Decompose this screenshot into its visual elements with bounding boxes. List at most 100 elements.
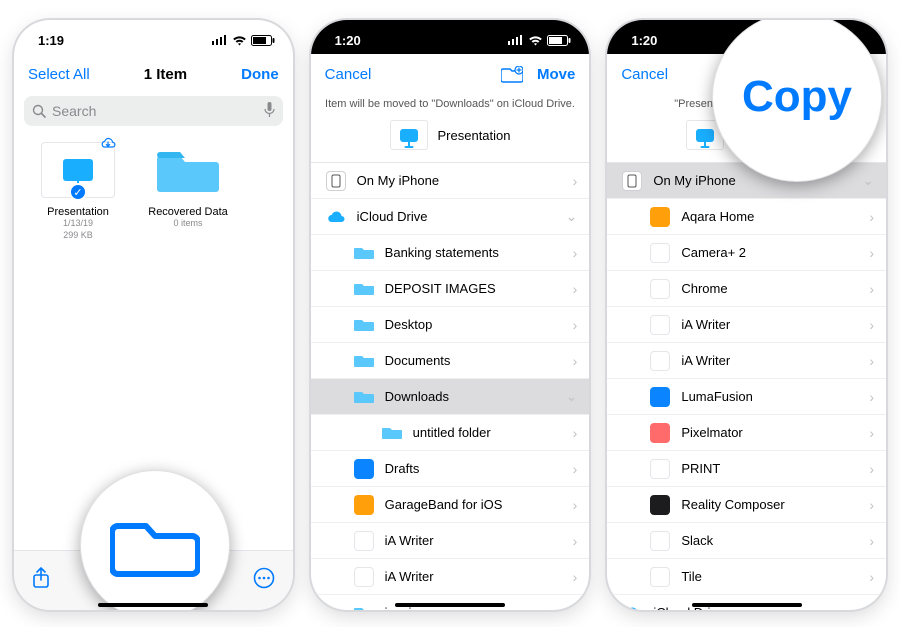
new-folder-button[interactable] — [501, 66, 523, 83]
cellular-icon — [212, 35, 228, 45]
row-icloud-drive[interactable]: iCloud Drive⌄ — [311, 199, 590, 235]
chevron-right-icon: › — [573, 461, 578, 477]
move-destination-label: Item will be moved to "Downloads" on iCl… — [311, 94, 590, 112]
chevron-right-icon: › — [869, 209, 874, 225]
move-confirm-button[interactable]: Move — [537, 66, 575, 83]
row-reality[interactable]: Reality Composer › — [607, 487, 886, 523]
row-label: Reality Composer — [681, 497, 784, 512]
row-camera[interactable]: Camera+ 2 › — [607, 235, 886, 271]
battery-icon — [251, 35, 275, 46]
app-icon-chrome — [650, 279, 670, 299]
selected-checkmark-icon: ✓ — [69, 183, 87, 201]
row-label: On My iPhone — [653, 173, 735, 188]
file-name: Presentation — [34, 206, 122, 218]
nav-title: 1 Item — [144, 66, 187, 83]
row-ia1[interactable]: iA Writer› — [311, 523, 590, 559]
chevron-right-icon: › — [869, 353, 874, 369]
status-bar: 1:19 — [14, 20, 293, 54]
wifi-icon — [528, 35, 543, 46]
phone-move-picker: 1:20 Cancel Move Item will be moved to "… — [311, 20, 590, 610]
status-time: 1:19 — [38, 33, 64, 48]
row-label: Camera+ 2 — [681, 245, 746, 260]
select-all-button[interactable]: Select All — [28, 66, 90, 83]
chevron-right-icon: › — [573, 353, 578, 369]
chevron-right-icon: › — [573, 497, 578, 513]
chip-name: Presentation — [438, 128, 511, 143]
file-thumbnail: ✓ — [41, 142, 115, 198]
folder-tile-recovered[interactable]: Recovered Data 0 items — [144, 142, 232, 241]
dictate-icon[interactable] — [264, 102, 275, 121]
chevron-right-icon: › — [869, 317, 874, 333]
battery-icon — [547, 35, 571, 46]
folder-item-count: 0 items — [144, 218, 232, 230]
row-desktop[interactable]: Desktop› — [311, 307, 590, 343]
cloud-icon — [621, 606, 643, 611]
row-print[interactable]: PRINT › — [607, 451, 886, 487]
row-label: On My iPhone — [357, 173, 439, 188]
chevron-right-icon: › — [869, 245, 874, 261]
home-indicator — [692, 603, 802, 607]
app-icon-tile — [650, 567, 670, 587]
row-documents[interactable]: Documents› — [311, 343, 590, 379]
chevron-right-icon: › — [573, 173, 578, 189]
magnifier-move-icon — [80, 470, 230, 610]
location-list[interactable]: On My iPhone › iCloud Drive⌄ Banking stat… — [311, 162, 590, 610]
wifi-icon — [232, 35, 247, 46]
status-bar: 1:20 — [311, 20, 590, 54]
chevron-right-icon: › — [869, 461, 874, 477]
files-grid: ✓ Presentation 1/13/19 299 KB Recovered … — [14, 136, 293, 247]
row-aqara[interactable]: Aqara Home › — [607, 199, 886, 235]
row-chrome[interactable]: Chrome› — [607, 271, 886, 307]
search-input[interactable]: Search — [24, 96, 283, 126]
cellular-icon — [508, 35, 524, 45]
done-button[interactable]: Done — [241, 66, 279, 83]
row-drafts[interactable]: Drafts› — [311, 451, 590, 487]
row-banking[interactable]: Banking statements› — [311, 235, 590, 271]
app-icon-iawriter — [354, 531, 374, 551]
row-ia2[interactable]: iA Writer› — [607, 343, 886, 379]
cancel-button[interactable]: Cancel — [621, 66, 668, 83]
cancel-button[interactable]: Cancel — [325, 66, 372, 83]
row-on-my-iphone[interactable]: On My iPhone › — [311, 163, 590, 199]
app-icon-pixelmator — [650, 423, 670, 443]
app-icon-reality — [650, 495, 670, 515]
row-ia2[interactable]: iA Writer› — [311, 559, 590, 595]
chevron-right-icon: › — [573, 317, 578, 333]
search-icon — [32, 104, 46, 118]
row-label: PRINT — [681, 461, 720, 476]
chevron-right-icon: › — [573, 569, 578, 585]
folder-name: Recovered Data — [144, 206, 232, 218]
chevron-right-icon: › — [573, 245, 578, 261]
cloud-download-icon — [100, 137, 116, 153]
share-button[interactable] — [32, 567, 50, 595]
app-icon-aqara — [650, 207, 670, 227]
app-icon-print — [650, 459, 670, 479]
location-list[interactable]: On My iPhone⌄ Aqara Home› Camera+ 2› Chr… — [607, 162, 886, 610]
phone-icon — [622, 171, 642, 191]
row-luma[interactable]: LumaFusion› — [607, 379, 886, 415]
file-tile-presentation[interactable]: ✓ Presentation 1/13/19 299 KB — [34, 142, 122, 241]
row-downloads[interactable]: Downloads⌄ — [311, 379, 590, 415]
row-label: Slack — [681, 533, 713, 548]
row-untitled[interactable]: untitled folder› — [311, 415, 590, 451]
folder-thumbnail — [151, 142, 225, 198]
row-pixelmator[interactable]: Pixelmator› — [607, 415, 886, 451]
search-placeholder: Search — [52, 103, 96, 119]
row-label: iA Writer — [681, 317, 730, 332]
row-label: Aqara Home — [681, 209, 754, 224]
chevron-right-icon: › — [573, 533, 578, 549]
row-garageband[interactable]: GarageBand for iOS › — [311, 487, 590, 523]
chevron-down-icon: ⌄ — [862, 604, 874, 610]
row-slack[interactable]: Slack› — [607, 523, 886, 559]
file-size: 299 KB — [34, 230, 122, 242]
chevron-right-icon: › — [869, 497, 874, 513]
row-tile[interactable]: Tile› — [607, 559, 886, 595]
row-on-my-iphone[interactable]: On My iPhone⌄ — [607, 163, 886, 199]
more-button[interactable] — [253, 567, 275, 595]
phone-files-select: 1:19 Select All 1 Item Done Search — [14, 20, 293, 610]
phone-icon — [326, 171, 346, 191]
row-deposit[interactable]: DEPOSIT IMAGES› — [311, 271, 590, 307]
row-ia1[interactable]: iA Writer › — [607, 307, 886, 343]
chevron-right-icon: › — [573, 605, 578, 611]
row-label: GarageBand for iOS — [385, 497, 503, 512]
